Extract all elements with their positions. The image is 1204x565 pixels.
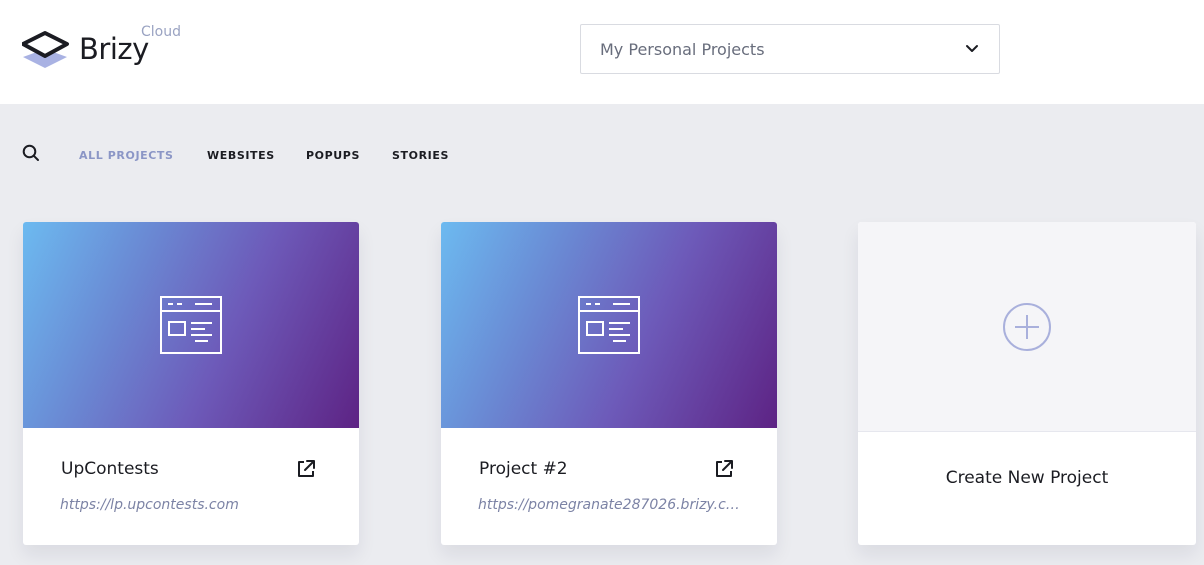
tab-stories[interactable]: STORIES (392, 149, 449, 162)
external-link-icon[interactable] (296, 459, 316, 479)
project-title: UpContests (61, 459, 159, 479)
chevron-down-icon (966, 45, 978, 52)
logo-cloud-label: Cloud (141, 24, 181, 40)
brizy-logo[interactable]: Brizy Cloud (22, 24, 192, 74)
website-icon (578, 296, 640, 354)
tab-websites[interactable]: WEBSITES (207, 149, 275, 162)
external-link-icon[interactable] (714, 459, 734, 479)
header: Brizy Cloud My Personal Projects (0, 0, 1204, 104)
project-url[interactable]: https://lp.upcontests.com (60, 497, 325, 513)
project-title: Project #2 (479, 459, 568, 479)
project-url[interactable]: https://pomegranate287026.brizy.cloud (478, 497, 743, 513)
create-project-area[interactable] (858, 222, 1196, 432)
website-icon (160, 296, 222, 354)
project-thumbnail[interactable] (23, 222, 359, 428)
project-card[interactable]: Project #2 https://pomegranate287026.bri… (441, 222, 777, 545)
tab-popups[interactable]: POPUPS (306, 149, 360, 162)
project-thumbnail[interactable] (441, 222, 777, 428)
create-project-label: Create New Project (945, 468, 1109, 488)
project-card[interactable]: UpContests https://lp.upcontests.com (23, 222, 359, 545)
workspace-select[interactable]: My Personal Projects (580, 24, 1000, 74)
logo-text: Brizy (79, 32, 149, 66)
plus-circle-icon (1003, 303, 1051, 351)
brizy-logo-icon (22, 31, 69, 68)
filter-bar: ALL PROJECTS WEBSITES POPUPS STORIES (0, 104, 1204, 204)
tab-all-projects[interactable]: ALL PROJECTS (79, 149, 174, 162)
workspace-select-value: My Personal Projects (600, 40, 765, 59)
search-icon[interactable] (22, 144, 40, 162)
create-project-card[interactable]: Create New Project (858, 222, 1196, 545)
